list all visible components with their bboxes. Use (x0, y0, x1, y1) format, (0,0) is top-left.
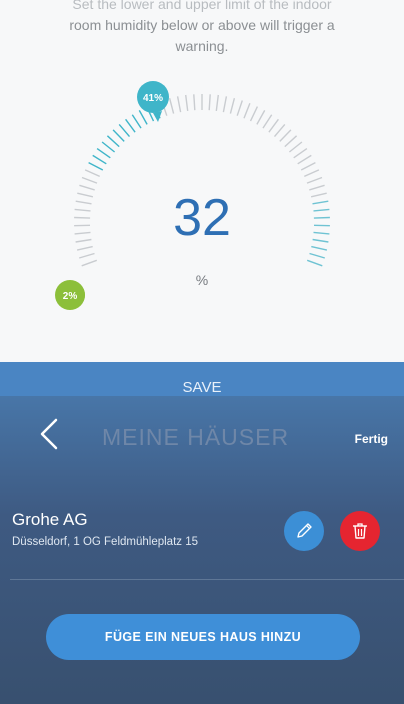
gauge-tick (88, 161, 104, 171)
gauge-tick (79, 252, 95, 259)
gauge-tick (309, 252, 325, 259)
humidity-unit: % (195, 272, 209, 288)
gauge-tick (185, 94, 189, 111)
gauge-tick (284, 135, 298, 148)
gauge-tick (256, 110, 266, 125)
gauge-tick (101, 141, 116, 153)
gauge-tick (306, 259, 323, 267)
divider (10, 579, 404, 580)
gauge-tick (306, 176, 323, 184)
pencil-icon (297, 523, 312, 538)
gauge-tick (273, 123, 286, 138)
gauge-tick (262, 114, 273, 129)
back-button[interactable] (36, 416, 64, 452)
upper-limit-label: 41% (143, 93, 163, 104)
gauge-tick (229, 98, 236, 114)
trash-icon (353, 523, 367, 539)
screen-title: MEINE HÄUSER (102, 424, 290, 450)
add-house-button[interactable]: FÜGE EIN NEUES HAUS HINZU (46, 614, 360, 660)
gauge-tick (138, 110, 148, 125)
my-houses-panel: MEINE HÄUSER Fertig Grohe AG Düsseldorf,… (0, 396, 404, 704)
gauge-tick (249, 106, 259, 122)
gauge-tick (84, 169, 100, 178)
humidity-settings-panel: Set the lower and upper limit of the ind… (0, 0, 404, 360)
gauge-tick (193, 94, 196, 111)
humidity-value: 32 (173, 189, 231, 247)
gauge-tick (243, 103, 251, 119)
gauge-tick (208, 94, 211, 111)
gauge-tick (112, 129, 125, 142)
delete-house-button[interactable] (340, 511, 380, 551)
gauge-tick (106, 135, 120, 148)
gauge-tick (176, 96, 182, 113)
gauge-tick (236, 100, 243, 116)
gauge-tick (131, 114, 142, 129)
edit-house-button[interactable] (284, 511, 324, 551)
gauge-tick (222, 96, 228, 113)
lower-limit-label: 2% (63, 291, 78, 302)
gauge-tick (268, 118, 279, 133)
gauge-tick (297, 154, 312, 165)
save-button[interactable]: SAVE (0, 362, 404, 396)
gauge-tick (293, 148, 308, 159)
done-button[interactable]: Fertig (355, 432, 388, 446)
gauge-tick (118, 123, 131, 138)
gauge-tick (300, 161, 316, 171)
chevron-left-icon (40, 418, 58, 450)
humidity-gauge[interactable]: 2% 41% (0, 0, 404, 360)
gauge-tick (168, 98, 175, 114)
gauge-tick (288, 141, 303, 153)
gauge-tick (304, 169, 320, 178)
gauge-tick (81, 259, 98, 267)
gauge-tick (125, 118, 136, 133)
house-address: Düsseldorf, 1 OG Feldmühleplatz 15 (12, 536, 199, 548)
gauge-tick (92, 154, 107, 165)
gauge-tick (279, 129, 292, 142)
gauge-tick (215, 94, 219, 111)
house-name: Grohe AG (12, 510, 88, 529)
gauge-tick (96, 148, 111, 159)
gauge-tick (81, 176, 98, 184)
